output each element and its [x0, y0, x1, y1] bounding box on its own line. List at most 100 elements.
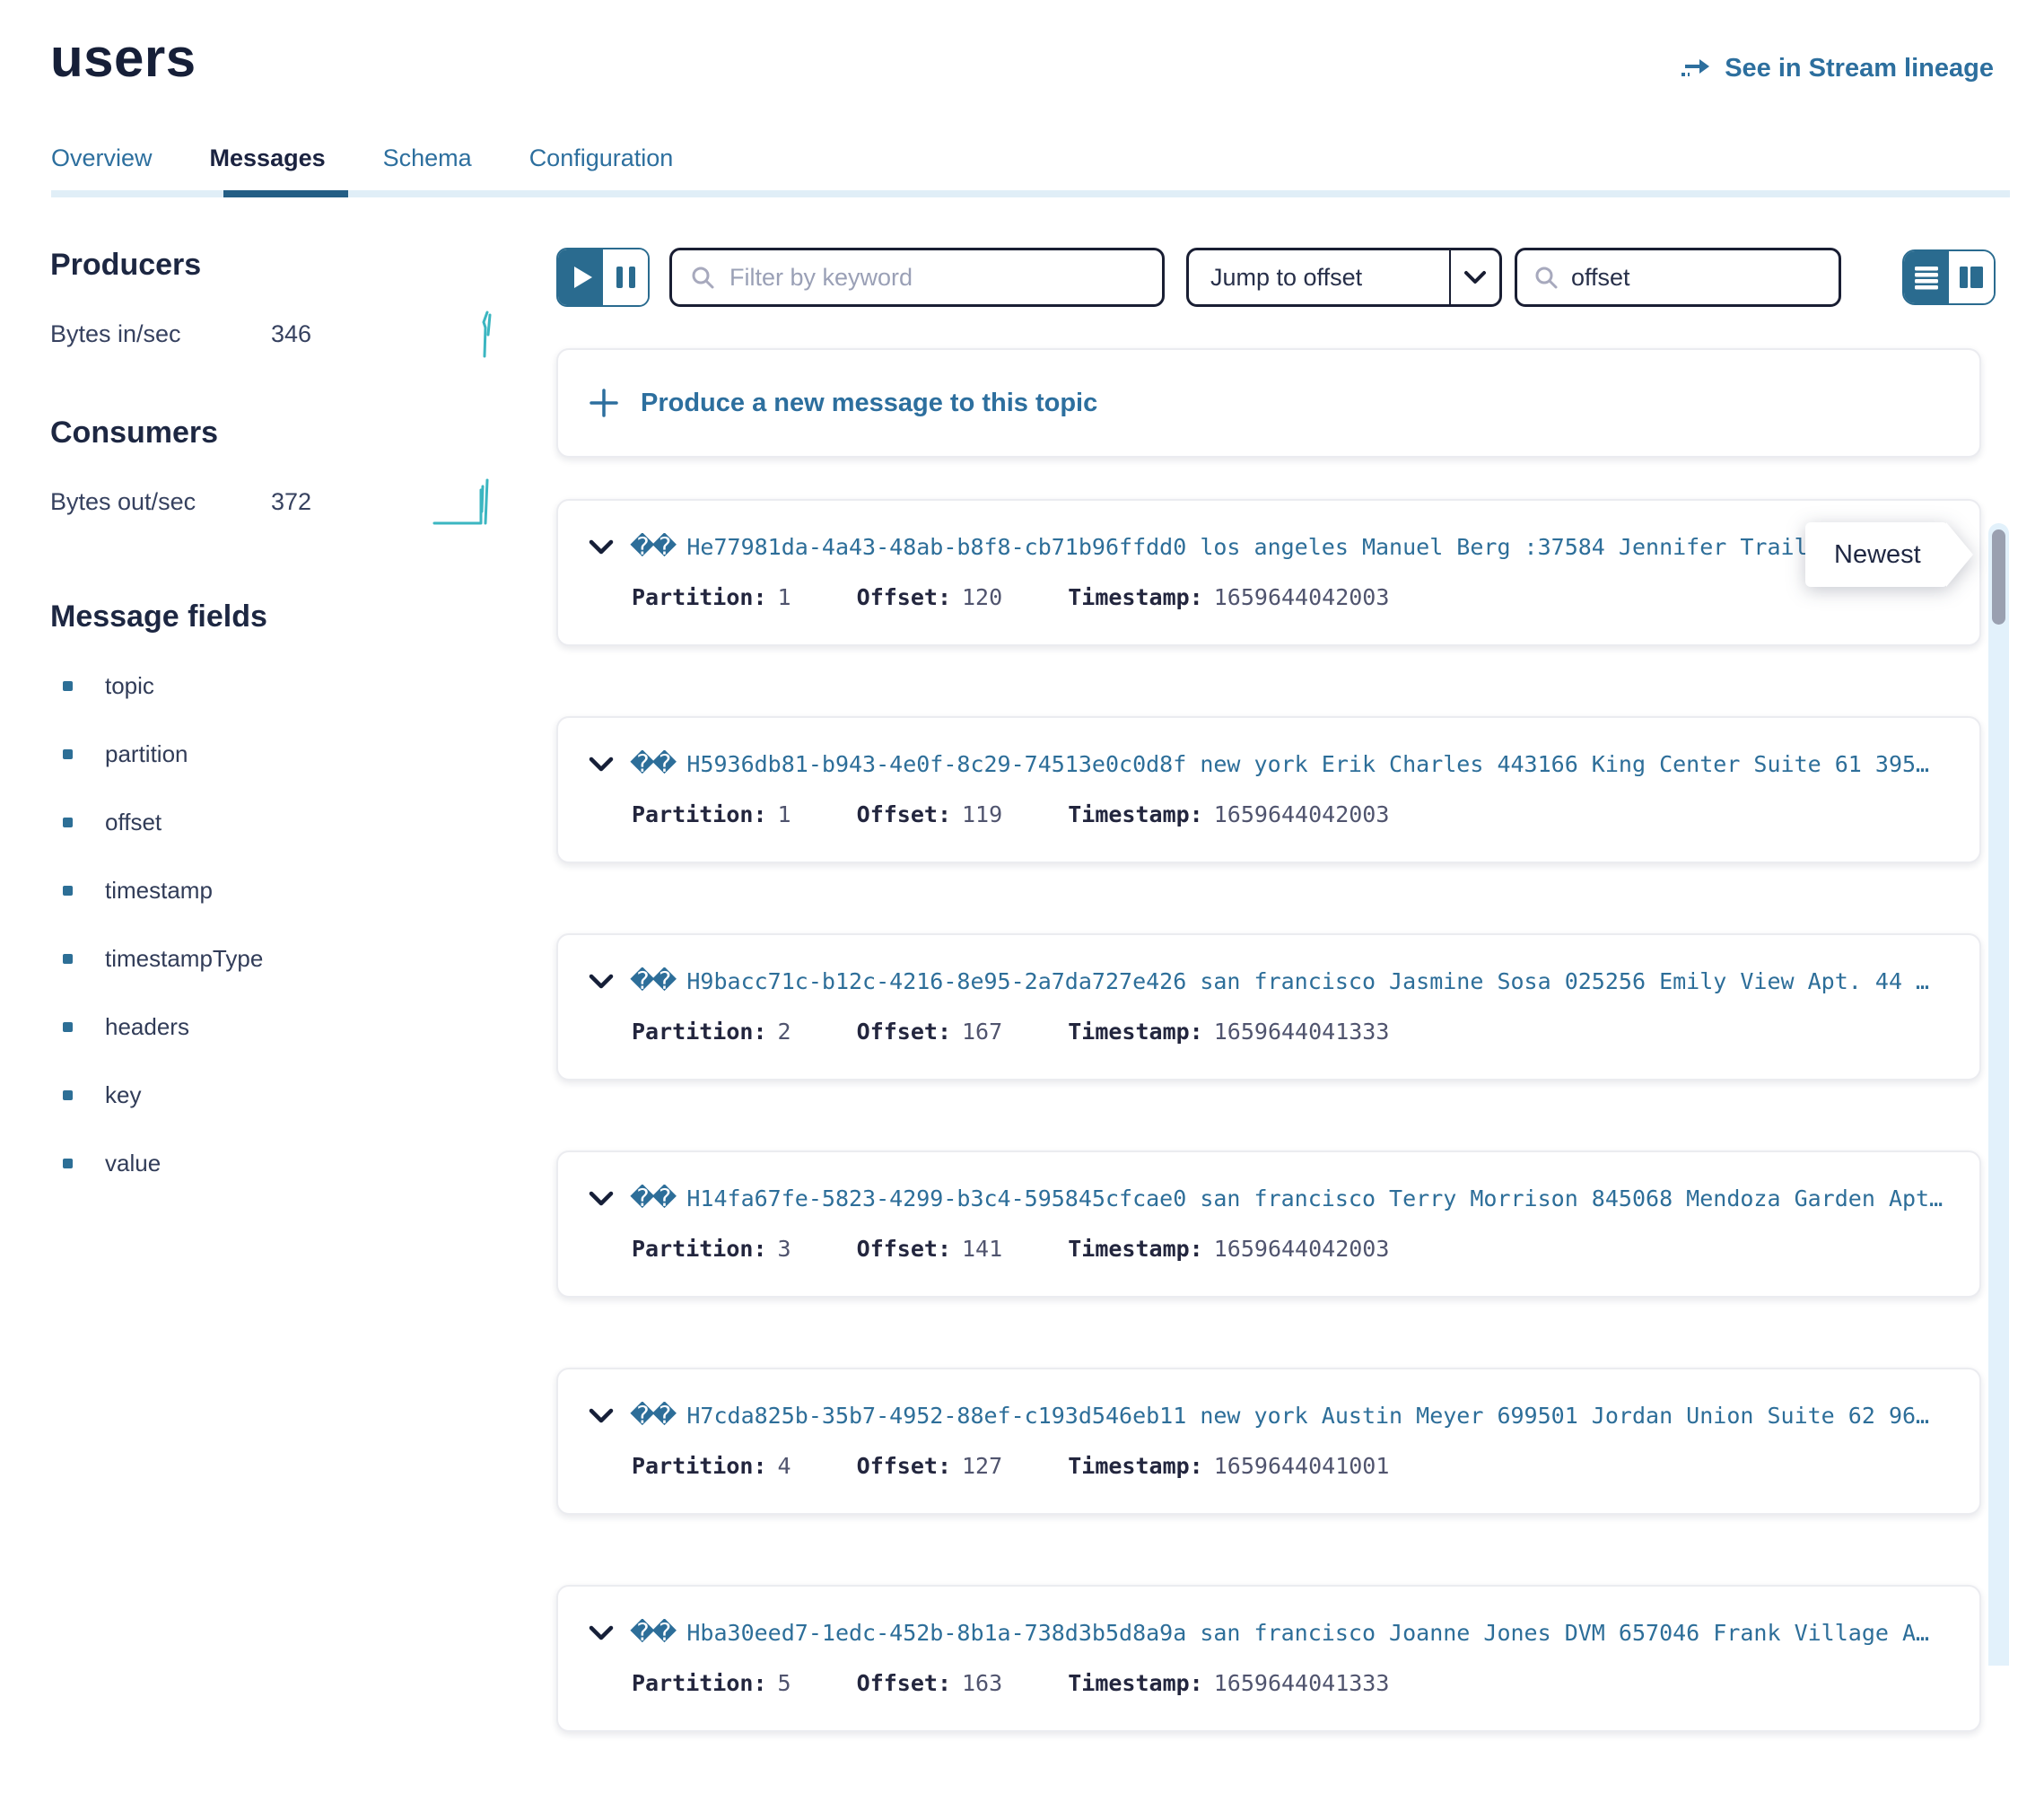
- partition-value: 1: [778, 801, 791, 827]
- offset-label: Offset:: [857, 584, 951, 610]
- jump-to-offset-value: Jump to offset: [1189, 250, 1449, 304]
- produce-message-button[interactable]: Produce a new message to this topic: [556, 348, 1981, 458]
- field-label: timestamp: [105, 877, 213, 905]
- message-preview: H9bacc71c-b12c-4216-8e95-2a7da727e426 sa…: [686, 968, 1929, 994]
- tab-bar: Overview Messages Schema Configuration: [0, 144, 2044, 197]
- messages-toolbar: Jump to offset: [556, 248, 1996, 307]
- timestamp-label: Timestamp:: [1068, 1453, 1203, 1479]
- bytes-in-metric: Bytes in/sec 346: [50, 308, 506, 360]
- field-item-headers[interactable]: headers: [50, 1013, 506, 1041]
- field-label: value: [105, 1150, 161, 1177]
- field-bullet-icon: [63, 1159, 73, 1168]
- pause-icon: [616, 267, 623, 288]
- field-bullet-icon: [63, 886, 73, 896]
- field-bullet-icon: [63, 954, 73, 964]
- message-row[interactable]: �� H9bacc71c-b12c-4216-8e95-2a7da727e426…: [556, 933, 1981, 1080]
- bytes-out-sparkline: [431, 476, 506, 528]
- message-list-scrollbar-thumb[interactable]: [1992, 529, 2005, 625]
- bytes-in-value: 346: [271, 320, 431, 348]
- message-meta: Partition:1 Offset:120 Timestamp:1659644…: [632, 584, 1956, 610]
- field-item-key[interactable]: key: [50, 1081, 506, 1109]
- list-view-button[interactable]: [1904, 251, 1949, 303]
- expand-chevron-icon[interactable]: [589, 757, 614, 773]
- offset-value: 127: [962, 1453, 1002, 1479]
- timestamp-value: 1659644042003: [1214, 801, 1390, 827]
- field-label: topic: [105, 672, 154, 700]
- plus-icon: [589, 388, 619, 418]
- jump-to-offset-select[interactable]: Jump to offset: [1186, 248, 1502, 307]
- timestamp-value: 1659644041333: [1214, 1019, 1390, 1045]
- live-consume-toggle: [556, 248, 650, 307]
- produce-message-label: Produce a new message to this topic: [641, 389, 1097, 418]
- message-fields-heading: Message fields: [50, 599, 506, 634]
- offset-value: 141: [962, 1236, 1002, 1262]
- keyword-filter: [669, 248, 1165, 307]
- field-label: offset: [105, 809, 162, 836]
- message-meta: Partition:5 Offset:163 Timestamp:1659644…: [632, 1670, 1956, 1696]
- pause-button[interactable]: [603, 249, 648, 305]
- field-bullet-icon: [63, 818, 73, 827]
- key-unknown-glyph-icon: ��: [630, 750, 674, 778]
- partition-value: 2: [778, 1019, 791, 1045]
- bytes-out-label: Bytes out/sec: [50, 488, 271, 516]
- message-list-scrollbar-track[interactable]: [1988, 523, 2009, 1666]
- message-row[interactable]: �� He77981da-4a43-48ab-b8f8-cb71b96ffdd0…: [556, 499, 1981, 646]
- message-meta: Partition:4 Offset:127 Timestamp:1659644…: [632, 1453, 1956, 1479]
- field-label: timestampType: [105, 945, 263, 973]
- message-row[interactable]: �� H5936db81-b943-4e0f-8c29-74513e0c0d8f…: [556, 716, 1981, 863]
- field-label: headers: [105, 1013, 189, 1041]
- message-row[interactable]: �� H14fa67fe-5823-4299-b3c4-595845cfcae0…: [556, 1150, 1981, 1298]
- offset-value: 120: [962, 584, 1002, 610]
- partition-value: 5: [778, 1670, 791, 1696]
- offset-value: 119: [962, 801, 1002, 827]
- timestamp-label: Timestamp:: [1068, 1019, 1203, 1045]
- message-preview: H14fa67fe-5823-4299-b3c4-595845cfcae0 sa…: [686, 1185, 1943, 1212]
- message-row[interactable]: �� Hba30eed7-1edc-452b-8b1a-738d3b5d8a9a…: [556, 1585, 1981, 1732]
- offset-search: [1515, 248, 1841, 307]
- expand-chevron-icon[interactable]: [589, 1408, 614, 1424]
- keyword-filter-input[interactable]: [728, 263, 1144, 293]
- field-bullet-icon: [63, 1090, 73, 1100]
- field-item-offset[interactable]: offset: [50, 809, 506, 836]
- message-meta: Partition:3 Offset:141 Timestamp:1659644…: [632, 1236, 1956, 1262]
- split-view-icon: [1957, 264, 1986, 291]
- partition-label: Partition:: [632, 801, 767, 827]
- message-preview: H7cda825b-35b7-4952-88ef-c193d546eb11 ne…: [686, 1403, 1929, 1429]
- producers-heading: Producers: [50, 248, 506, 283]
- partition-label: Partition:: [632, 1236, 767, 1262]
- expand-chevron-icon[interactable]: [589, 539, 614, 555]
- timestamp-value: 1659644042003: [1214, 584, 1390, 610]
- field-item-partition[interactable]: partition: [50, 740, 506, 768]
- key-unknown-glyph-icon: ��: [630, 1402, 674, 1430]
- field-item-topic[interactable]: topic: [50, 672, 506, 700]
- message-row[interactable]: �� H7cda825b-35b7-4952-88ef-c193d546eb11…: [556, 1368, 1981, 1515]
- timestamp-label: Timestamp:: [1068, 801, 1203, 827]
- field-label: key: [105, 1081, 141, 1109]
- stream-lineage-link[interactable]: See in Stream lineage: [1680, 54, 1994, 83]
- offset-search-input[interactable]: [1569, 263, 1891, 293]
- expand-chevron-icon[interactable]: [589, 1191, 614, 1207]
- partition-value: 3: [778, 1236, 791, 1262]
- partition-label: Partition:: [632, 1019, 767, 1045]
- chevron-down-icon: [1449, 250, 1499, 304]
- timestamp-value: 1659644041333: [1214, 1670, 1390, 1696]
- play-button[interactable]: [558, 249, 603, 305]
- content: Producers Bytes in/sec 346 Consumers Byt…: [0, 248, 2044, 1802]
- split-view-button[interactable]: [1949, 251, 1994, 303]
- offset-label: Offset:: [857, 1019, 951, 1045]
- stream-lineage-label: See in Stream lineage: [1725, 54, 1994, 83]
- field-label: partition: [105, 740, 188, 768]
- search-icon: [1533, 265, 1559, 290]
- expand-chevron-icon[interactable]: [589, 974, 614, 990]
- newest-tooltip-label: Newest: [1805, 522, 1948, 587]
- field-item-value[interactable]: value: [50, 1150, 506, 1177]
- field-bullet-icon: [63, 681, 73, 691]
- field-item-timestampType[interactable]: timestampType: [50, 945, 506, 973]
- offset-label: Offset:: [857, 1670, 951, 1696]
- field-item-timestamp[interactable]: timestamp: [50, 877, 506, 905]
- offset-value: 167: [962, 1019, 1002, 1045]
- partition-label: Partition:: [632, 1670, 767, 1696]
- dashed-arrow-icon: [1680, 56, 1712, 83]
- key-unknown-glyph-icon: ��: [630, 1619, 674, 1647]
- expand-chevron-icon[interactable]: [589, 1625, 614, 1641]
